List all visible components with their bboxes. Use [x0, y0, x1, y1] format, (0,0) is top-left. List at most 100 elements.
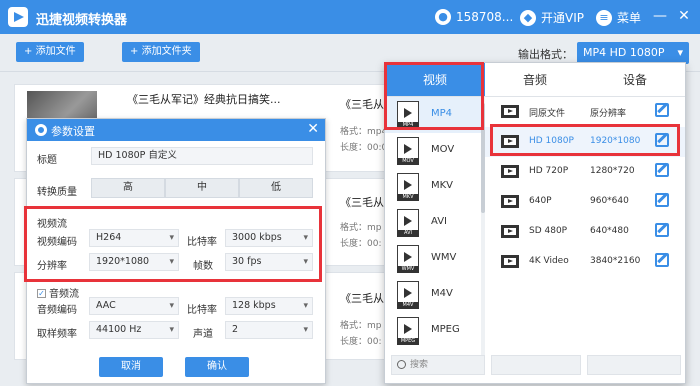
file-mkv-icon: MKV: [397, 173, 419, 201]
tab-device[interactable]: 设备: [585, 63, 685, 97]
edit-icon[interactable]: [655, 103, 669, 117]
edit-icon[interactable]: [655, 163, 669, 177]
resolution-label: 分辨率: [37, 261, 67, 272]
quality-label: 转换质量: [37, 187, 77, 198]
resolution-value: 原分辨率: [590, 109, 627, 119]
file-title-short: 《三毛从: [340, 98, 384, 111]
plus-icon: +: [130, 46, 139, 57]
resolution-item[interactable]: SD 480P 640*480: [485, 217, 685, 247]
output-format-value: MP4 HD 1080P: [583, 46, 665, 59]
channel-select[interactable]: 2: [225, 321, 313, 339]
confirm-button[interactable]: 确认: [185, 357, 249, 377]
audio-section-label: 音频流: [49, 289, 79, 300]
output-format-select[interactable]: MP4 HD 1080P ▾: [577, 42, 689, 64]
format-name: WMV: [431, 252, 457, 263]
minimize-button[interactable]: —: [652, 8, 668, 24]
fps-select[interactable]: 30 fps: [225, 253, 313, 271]
film-icon: [501, 135, 519, 148]
cancel-button[interactable]: 取消: [99, 357, 163, 377]
bitrate-label: 比特率: [187, 237, 217, 248]
file-title: 《三毛从军记》经典抗日搞笑...: [127, 93, 281, 106]
add-file-button[interactable]: + 添加文件: [16, 42, 84, 62]
close-button[interactable]: ✕: [676, 8, 692, 24]
format-item-mkv[interactable]: MKV MKV: [385, 169, 484, 205]
file-mpeg-icon: MPEG: [397, 317, 419, 345]
audio-section-title: ✓ 音频流: [37, 285, 79, 300]
audio-bitrate-select[interactable]: 128 kbps: [225, 297, 313, 315]
audio-checkbox[interactable]: ✓: [37, 288, 46, 298]
resolution-name: 640P: [529, 196, 552, 206]
file-m4v-icon: M4V: [397, 281, 419, 309]
file-format: 格式：mp4: [340, 127, 388, 137]
menu-label: 菜单: [617, 11, 642, 25]
tab-video[interactable]: 视频: [385, 63, 485, 97]
video-codec-select[interactable]: H264: [89, 229, 179, 247]
edit-icon[interactable]: [655, 193, 669, 207]
menu-button[interactable]: ≡ 菜单: [596, 9, 641, 26]
settings-dialog: 参数设置 ✕ 标题 HD 1080P 自定义 转换质量 高 中 低 视频流 视频…: [26, 118, 326, 384]
close-icon[interactable]: ✕: [307, 121, 319, 137]
file-mov-icon: MOV: [397, 137, 419, 165]
file-format: 格式：mp: [340, 321, 382, 331]
panel-action-button[interactable]: [491, 355, 581, 375]
plus-icon: +: [24, 46, 33, 57]
resolution-name: 4K Video: [529, 256, 569, 266]
resolution-value: 640*480: [590, 226, 629, 236]
vip-button[interactable]: ◆ 开通VIP: [520, 9, 584, 26]
format-item-avi[interactable]: AVI AVI: [385, 205, 484, 241]
film-icon: [501, 225, 519, 238]
film-icon: [501, 195, 519, 208]
format-item-m4v[interactable]: M4V M4V: [385, 277, 484, 313]
panel-action-button[interactable]: [587, 355, 681, 375]
user-name: 158708...: [456, 10, 514, 24]
audio-codec-select[interactable]: AAC: [89, 297, 179, 315]
vip-label: 开通VIP: [541, 11, 584, 25]
film-icon: [501, 105, 519, 118]
resolution-item[interactable]: 4K Video 3840*2160: [485, 247, 685, 277]
format-name: MKV: [431, 180, 454, 191]
audio-bitrate-label: 比特率: [187, 305, 217, 316]
add-folder-button[interactable]: + 添加文件夹: [122, 42, 200, 62]
video-codec-label: 视频编码: [37, 237, 77, 248]
add-file-label: 添加文件: [35, 46, 76, 57]
add-folder-label: 添加文件夹: [141, 46, 192, 57]
cart-icon: ◆: [520, 9, 536, 26]
resolution-item[interactable]: HD 720P 1280*720: [485, 157, 685, 187]
edit-icon[interactable]: [655, 223, 669, 237]
resolution-select[interactable]: 1920*1080: [89, 253, 179, 271]
format-search-input[interactable]: 搜索: [391, 355, 485, 375]
format-item-mpeg[interactable]: MPEG MPEG: [385, 313, 484, 349]
sample-rate-label: 取样频率: [37, 329, 77, 340]
dialog-title: 参数设置: [51, 125, 95, 138]
resolution-item[interactable]: 640P 960*640: [485, 187, 685, 217]
sample-rate-select[interactable]: 44100 Hz: [89, 321, 179, 339]
resolution-list: 同原文件 原分辨率 HD 1080P 1920*1080 HD 720P 1280*7…: [485, 97, 685, 297]
resolution-value: 1920*1080: [590, 136, 641, 146]
resolution-value: 960*640: [590, 196, 629, 206]
quality-high-button[interactable]: 高: [91, 178, 165, 198]
resolution-item[interactable]: 同原文件 原分辨率: [485, 97, 685, 127]
edit-icon[interactable]: [655, 133, 669, 147]
tab-audio[interactable]: 音频: [485, 63, 585, 97]
bitrate-select[interactable]: 3000 kbps: [225, 229, 313, 247]
fps-label: 帧数: [193, 261, 213, 272]
format-item-mov[interactable]: MOV MOV: [385, 133, 484, 169]
user-icon: ●: [435, 9, 451, 25]
dialog-header: 参数设置 ✕: [27, 119, 325, 141]
file-avi-icon: AVI: [397, 209, 419, 237]
file-length: 长度：00:: [340, 239, 382, 249]
resolution-value: 3840*2160: [590, 256, 641, 266]
format-item-wmv[interactable]: WMV WMV: [385, 241, 484, 277]
quality-mid-button[interactable]: 中: [165, 178, 239, 198]
file-mp4-icon: MP4: [397, 101, 419, 129]
user-account[interactable]: ● 158708...: [435, 9, 513, 25]
format-item-mp4[interactable]: MP4 MP4: [385, 97, 484, 133]
quality-low-button[interactable]: 低: [239, 178, 313, 198]
title-input[interactable]: HD 1080P 自定义: [91, 147, 313, 165]
resolution-value: 1280*720: [590, 166, 635, 176]
gear-icon: [35, 124, 47, 136]
title-bar: 迅捷视频转换器 ● 158708... ◆ 开通VIP ≡ 菜单 — ✕: [0, 0, 700, 34]
resolution-name: SD 480P: [529, 226, 568, 236]
resolution-item[interactable]: HD 1080P 1920*1080: [485, 127, 685, 157]
edit-icon[interactable]: [655, 253, 669, 267]
